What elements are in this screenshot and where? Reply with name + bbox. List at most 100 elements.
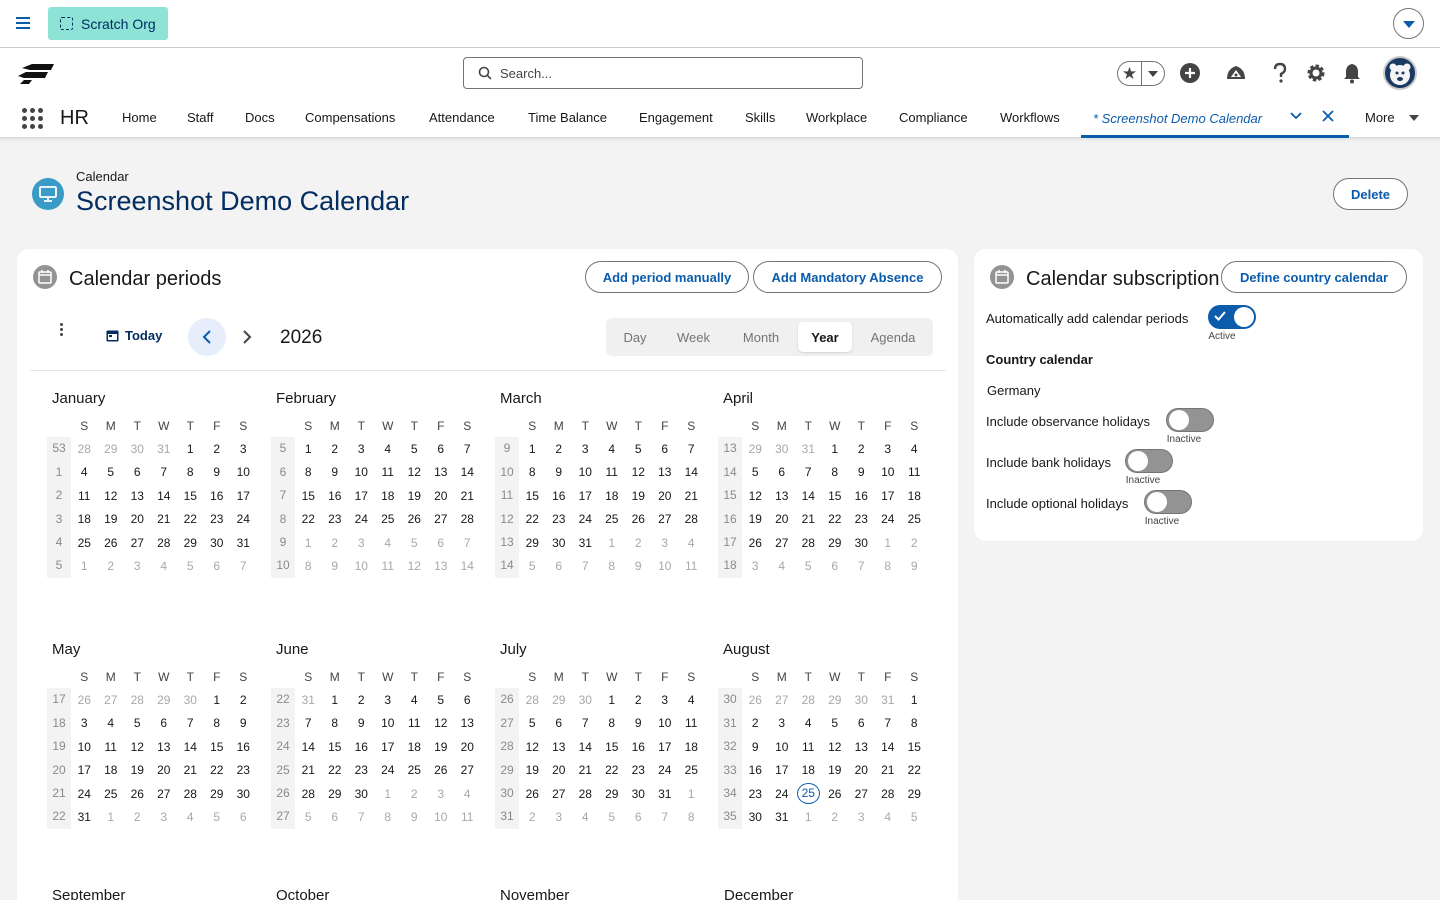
- day-cell[interactable]: 14: [177, 740, 204, 754]
- day-cell[interactable]: 3: [875, 442, 902, 456]
- day-cell[interactable]: 30: [348, 787, 375, 801]
- day-cell[interactable]: 7: [652, 810, 679, 824]
- day-cell[interactable]: 6: [625, 810, 652, 824]
- day-cell[interactable]: 5: [124, 716, 151, 730]
- day-cell[interactable]: 10: [348, 465, 375, 479]
- day-cell[interactable]: 26: [124, 787, 151, 801]
- day-cell[interactable]: 6: [769, 465, 796, 479]
- day-cell[interactable]: 27: [546, 787, 573, 801]
- day-cell[interactable]: 1: [875, 536, 902, 550]
- day-cell[interactable]: 22: [599, 763, 626, 777]
- day-cell[interactable]: 8: [295, 559, 322, 573]
- day-cell[interactable]: 3: [71, 716, 98, 730]
- day-cell[interactable]: 27: [98, 693, 125, 707]
- day-cell[interactable]: 5: [177, 559, 204, 573]
- day-cell[interactable]: 2: [98, 559, 125, 573]
- define-country-calendar-button[interactable]: Define country calendar: [1221, 261, 1407, 293]
- day-cell[interactable]: 29: [519, 536, 546, 550]
- more-options-icon[interactable]: [53, 319, 69, 339]
- day-cell[interactable]: 21: [572, 763, 599, 777]
- day-cell[interactable]: 25: [375, 512, 402, 526]
- view-agenda[interactable]: Agenda: [860, 322, 926, 352]
- day-cell[interactable]: 3: [652, 536, 679, 550]
- day-cell[interactable]: 25: [71, 536, 98, 550]
- day-cell[interactable]: 1: [375, 787, 402, 801]
- day-cell[interactable]: 13: [652, 465, 679, 479]
- day-cell[interactable]: 20: [151, 763, 178, 777]
- nav-item-time-balance[interactable]: Time Balance: [528, 110, 607, 125]
- day-cell[interactable]: 5: [599, 810, 626, 824]
- day-cell[interactable]: 4: [901, 442, 928, 456]
- app-launcher-icon[interactable]: [22, 108, 43, 129]
- view-day[interactable]: Day: [614, 322, 656, 352]
- menu-icon[interactable]: [16, 14, 36, 34]
- day-cell[interactable]: 4: [875, 810, 902, 824]
- day-cell[interactable]: 2: [230, 693, 257, 707]
- day-cell[interactable]: 29: [204, 787, 231, 801]
- day-cell[interactable]: 29: [177, 536, 204, 550]
- add-mandatory-absence-button[interactable]: Add Mandatory Absence: [753, 261, 942, 293]
- day-cell[interactable]: 15: [901, 740, 928, 754]
- day-cell[interactable]: 30: [204, 536, 231, 550]
- day-cell[interactable]: 7: [572, 559, 599, 573]
- day-cell[interactable]: 10: [875, 465, 902, 479]
- day-cell[interactable]: 4: [572, 810, 599, 824]
- day-cell[interactable]: 28: [454, 512, 481, 526]
- day-cell[interactable]: 9: [230, 716, 257, 730]
- day-cell[interactable]: 24: [348, 512, 375, 526]
- day-cell[interactable]: 22: [901, 763, 928, 777]
- day-cell[interactable]: 1: [678, 787, 705, 801]
- day-cell[interactable]: 21: [177, 763, 204, 777]
- day-cell[interactable]: 21: [295, 763, 322, 777]
- day-cell[interactable]: 5: [401, 536, 428, 550]
- app-logo-icon[interactable]: [18, 62, 55, 84]
- day-cell[interactable]: 18: [98, 763, 125, 777]
- day-cell[interactable]: 26: [98, 536, 125, 550]
- view-year[interactable]: Year: [798, 322, 852, 352]
- day-cell[interactable]: 18: [71, 512, 98, 526]
- day-cell[interactable]: 31: [71, 810, 98, 824]
- day-cell[interactable]: 13: [546, 740, 573, 754]
- day-cell[interactable]: 26: [822, 787, 849, 801]
- day-cell[interactable]: 9: [625, 559, 652, 573]
- day-cell[interactable]: 17: [230, 489, 257, 503]
- day-cell[interactable]: 28: [795, 536, 822, 550]
- help-icon[interactable]: [1268, 61, 1292, 85]
- day-cell[interactable]: 17: [875, 489, 902, 503]
- day-cell[interactable]: 11: [375, 559, 402, 573]
- day-cell[interactable]: 12: [401, 559, 428, 573]
- day-cell[interactable]: 19: [822, 763, 849, 777]
- day-cell[interactable]: 26: [742, 536, 769, 550]
- day-cell[interactable]: 22: [322, 763, 349, 777]
- day-cell[interactable]: 7: [875, 716, 902, 730]
- day-cell[interactable]: 23: [848, 512, 875, 526]
- day-cell[interactable]: 21: [454, 489, 481, 503]
- day-cell[interactable]: 10: [769, 740, 796, 754]
- day-cell[interactable]: 15: [822, 489, 849, 503]
- day-cell[interactable]: 31: [652, 787, 679, 801]
- day-cell[interactable]: 4: [71, 465, 98, 479]
- day-cell[interactable]: 17: [348, 489, 375, 503]
- add-period-manually-button[interactable]: Add period manually: [585, 261, 749, 293]
- day-cell[interactable]: 31: [295, 693, 322, 707]
- day-cell[interactable]: 1: [519, 442, 546, 456]
- day-cell[interactable]: 23: [348, 763, 375, 777]
- day-cell[interactable]: 6: [428, 536, 455, 550]
- day-cell[interactable]: 27: [769, 536, 796, 550]
- day-cell[interactable]: 28: [295, 787, 322, 801]
- day-cell[interactable]: 17: [375, 740, 402, 754]
- day-cell[interactable]: 1: [599, 536, 626, 550]
- day-cell[interactable]: 18: [599, 489, 626, 503]
- day-cell[interactable]: 14: [295, 740, 322, 754]
- day-cell[interactable]: 2: [901, 536, 928, 550]
- day-cell[interactable]: 15: [295, 489, 322, 503]
- day-cell[interactable]: 8: [875, 559, 902, 573]
- day-cell[interactable]: 22: [295, 512, 322, 526]
- day-cell[interactable]: 7: [795, 465, 822, 479]
- day-cell[interactable]: 1: [822, 442, 849, 456]
- day-cell[interactable]: 11: [599, 465, 626, 479]
- day-cell[interactable]: 27: [848, 787, 875, 801]
- today-day-cell[interactable]: 25: [795, 783, 822, 805]
- day-cell[interactable]: 20: [769, 512, 796, 526]
- day-cell[interactable]: 20: [124, 512, 151, 526]
